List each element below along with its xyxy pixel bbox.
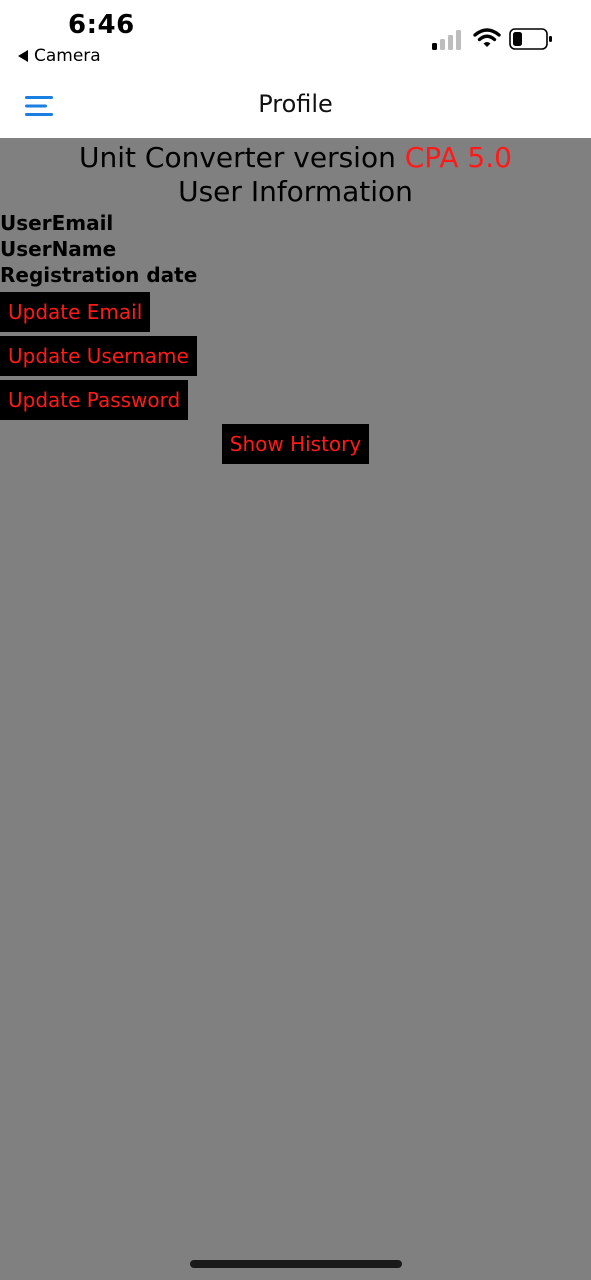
battery-icon	[509, 28, 552, 50]
nav-header: Profile	[0, 76, 591, 138]
page-title: Profile	[258, 90, 333, 118]
update-password-button[interactable]: Update Password	[0, 380, 189, 420]
status-time: 6:46	[68, 10, 135, 40]
update-email-button[interactable]: Update Email	[0, 292, 151, 332]
registration-date-label: Registration date	[0, 263, 198, 287]
signal-icon	[432, 30, 461, 50]
profile-content: Unit Converter version CPA 5.0 User Info…	[0, 138, 591, 464]
section-title: User Information	[178, 175, 413, 208]
wifi-icon	[473, 28, 501, 47]
user-name-label: UserName	[0, 237, 117, 261]
profile-screen: 6:46 Camera Profile Unit Converter versi…	[0, 0, 591, 1280]
status-bar: 6:46 Camera	[0, 0, 591, 76]
app-title: Unit Converter version CPA 5.0	[0, 142, 591, 174]
app-title-prefix: Unit Converter version	[79, 141, 396, 174]
back-app-label: Camera	[34, 46, 101, 66]
show-history-button[interactable]: Show History	[221, 424, 370, 464]
home-indicator[interactable]	[190, 1260, 402, 1268]
user-email-label: UserEmail	[0, 211, 114, 235]
app-version: CPA 5.0	[404, 141, 512, 174]
back-triangle-icon	[18, 50, 28, 62]
update-username-button[interactable]: Update Username	[0, 336, 197, 376]
back-to-app-link[interactable]: Camera	[18, 46, 101, 66]
